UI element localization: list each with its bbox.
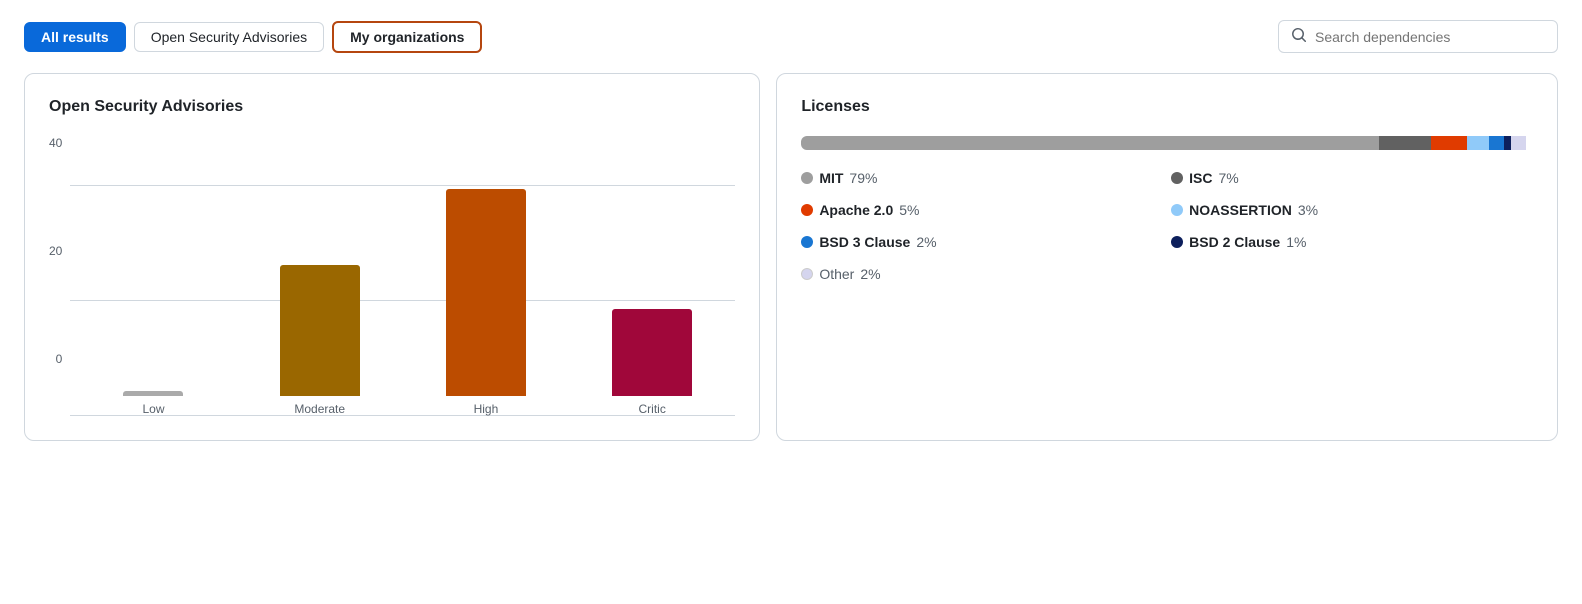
- segment-apache: [1431, 136, 1468, 150]
- bar-group-low: Low: [70, 186, 236, 416]
- legend-apache: Apache 2.0 5%: [801, 202, 1163, 218]
- license-bar-container: [801, 136, 1533, 150]
- bar-label-moderate: Moderate: [294, 402, 345, 416]
- legend-apache-pct: 5%: [899, 202, 919, 218]
- bar-group-high: High: [403, 186, 569, 416]
- legend-bsd2: BSD 2 Clause 1%: [1171, 234, 1533, 250]
- legend-bsd2-name: BSD 2 Clause: [1189, 234, 1280, 250]
- tab-open-security[interactable]: Open Security Advisories: [134, 22, 324, 52]
- legend-noassertion: NOASSERTION 3%: [1171, 202, 1533, 218]
- bar-moderate: [280, 265, 360, 396]
- legend-other: Other 2%: [801, 266, 1163, 282]
- dot-bsd2: [1171, 236, 1183, 248]
- y-label-20: 20: [49, 244, 62, 258]
- dot-apache: [801, 204, 813, 216]
- legend-bsd3: BSD 3 Clause 2%: [801, 234, 1163, 250]
- legend-other-name: Other: [819, 266, 854, 282]
- legend-bsd3-name: BSD 3 Clause: [819, 234, 910, 250]
- bar-group-moderate: Moderate: [237, 186, 403, 416]
- dot-bsd3: [801, 236, 813, 248]
- bar-label-critical: Critic: [639, 402, 666, 416]
- bar-high: [446, 189, 526, 396]
- segment-noassertion: [1467, 136, 1489, 150]
- bar-label-low: Low: [142, 402, 164, 416]
- segment-bsd2: [1504, 136, 1511, 150]
- legend-isc: ISC 7%: [1171, 170, 1533, 186]
- y-label-0: 0: [49, 352, 62, 366]
- cards-container: Open Security Advisories 40 20 0: [24, 73, 1558, 441]
- tab-all-results[interactable]: All results: [24, 22, 126, 52]
- tab-my-organizations[interactable]: My organizations: [332, 21, 482, 53]
- legend-noassertion-pct: 3%: [1298, 202, 1318, 218]
- security-card-title: Open Security Advisories: [49, 98, 735, 116]
- dot-mit: [801, 172, 813, 184]
- dot-isc: [1171, 172, 1183, 184]
- bar-group-critical: Critic: [569, 186, 735, 416]
- licenses-card: Licenses MIT 79% ISC 7%: [776, 73, 1558, 441]
- license-bar: [801, 136, 1533, 150]
- legend-bsd2-pct: 1%: [1286, 234, 1306, 250]
- segment-other: [1511, 136, 1526, 150]
- legend-isc-pct: 7%: [1219, 170, 1239, 186]
- security-advisories-card: Open Security Advisories 40 20 0: [24, 73, 760, 441]
- legend-mit-pct: 79%: [849, 170, 877, 186]
- legend-mit-name: MIT: [819, 170, 843, 186]
- legend-apache-name: Apache 2.0: [819, 202, 893, 218]
- dot-noassertion: [1171, 204, 1183, 216]
- bar-low: [123, 391, 183, 396]
- top-navigation: All results Open Security Advisories My …: [24, 20, 1558, 53]
- bar-label-high: High: [474, 402, 499, 416]
- segment-bsd3: [1489, 136, 1504, 150]
- segment-mit: [801, 136, 1379, 150]
- legend-isc-name: ISC: [1189, 170, 1212, 186]
- legend-bsd3-pct: 2%: [916, 234, 936, 250]
- legend-mit: MIT 79%: [801, 170, 1163, 186]
- bar-critical: [612, 309, 692, 396]
- search-box: [1278, 20, 1558, 53]
- search-input[interactable]: [1315, 29, 1545, 45]
- licenses-card-title: Licenses: [801, 98, 1533, 116]
- segment-isc: [1379, 136, 1430, 150]
- dot-other: [801, 268, 813, 280]
- y-axis: 40 20 0: [49, 136, 62, 366]
- legend-noassertion-name: NOASSERTION: [1189, 202, 1292, 218]
- legend-other-pct: 2%: [860, 266, 880, 282]
- bar-chart: 40 20 0 Low: [49, 136, 735, 416]
- search-icon: [1291, 27, 1307, 46]
- y-label-40: 40: [49, 136, 62, 150]
- license-legend: MIT 79% ISC 7% Apache 2.0 5% NOASSERTION…: [801, 170, 1533, 282]
